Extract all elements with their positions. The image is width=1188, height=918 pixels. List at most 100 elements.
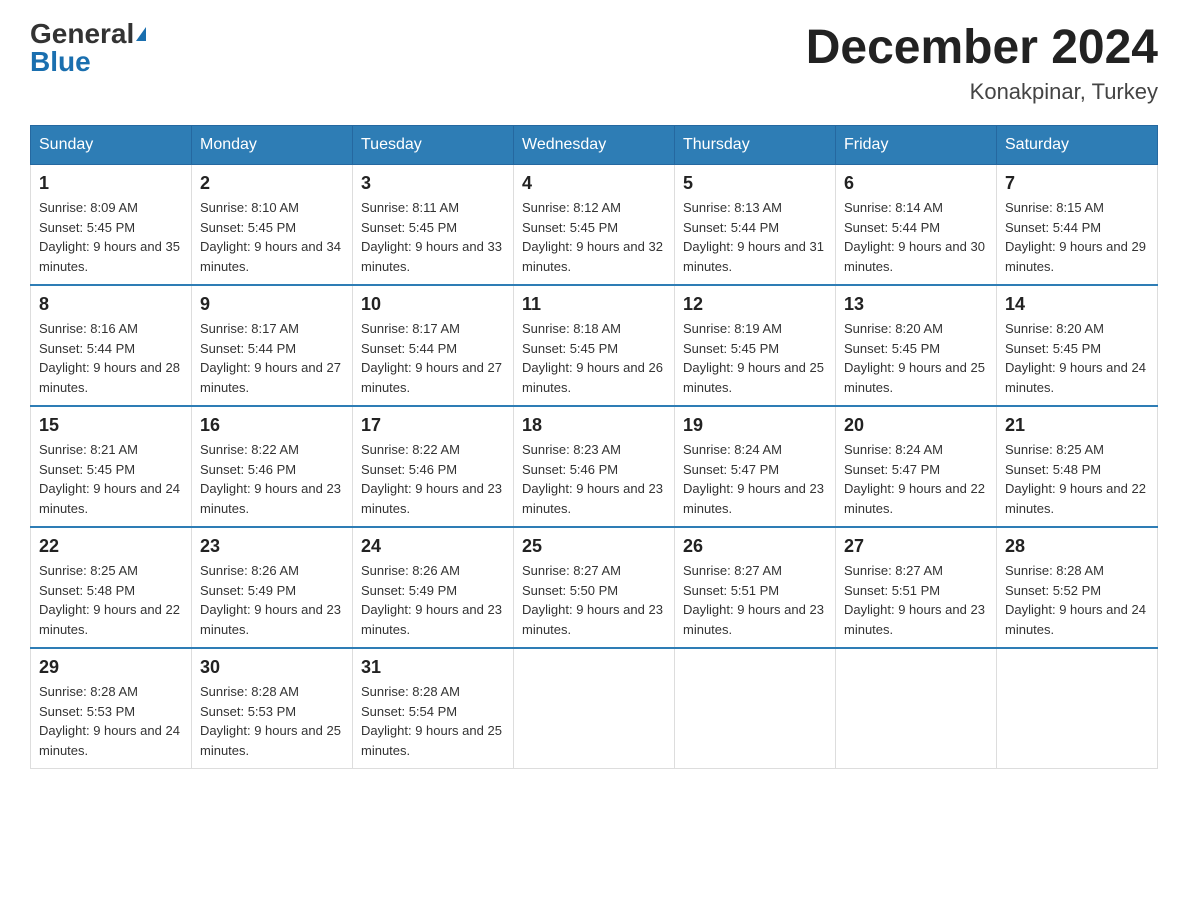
day-number: 1 xyxy=(39,173,183,194)
title-section: December 2024 Konakpinar, Turkey xyxy=(806,20,1158,105)
day-info: Sunrise: 8:28 AMSunset: 5:54 PMDaylight:… xyxy=(361,682,505,760)
calendar-day-cell: 13Sunrise: 8:20 AMSunset: 5:45 PMDayligh… xyxy=(836,285,997,406)
day-info: Sunrise: 8:28 AMSunset: 5:52 PMDaylight:… xyxy=(1005,561,1149,639)
day-info: Sunrise: 8:15 AMSunset: 5:44 PMDaylight:… xyxy=(1005,198,1149,276)
calendar-week-row: 1 Sunrise: 8:09 AMSunset: 5:45 PMDaylight… xyxy=(31,165,1158,286)
logo-general-text: General xyxy=(30,20,134,48)
calendar-week-row: 8Sunrise: 8:16 AMSunset: 5:44 PMDaylight… xyxy=(31,285,1158,406)
day-number: 4 xyxy=(522,173,666,194)
day-number: 21 xyxy=(1005,415,1149,436)
day-info: Sunrise: 8:19 AMSunset: 5:45 PMDaylight:… xyxy=(683,319,827,397)
day-info: Sunrise: 8:17 AMSunset: 5:44 PMDaylight:… xyxy=(361,319,505,397)
calendar-day-cell: 2 Sunrise: 8:10 AMSunset: 5:45 PMDaylight… xyxy=(192,165,353,286)
day-number: 5 xyxy=(683,173,827,194)
day-number: 25 xyxy=(522,536,666,557)
day-info: Sunrise: 8:09 AMSunset: 5:45 PMDaylight:… xyxy=(39,198,183,276)
calendar-day-cell: 20Sunrise: 8:24 AMSunset: 5:47 PMDayligh… xyxy=(836,406,997,527)
calendar-day-cell: 3 Sunrise: 8:11 AMSunset: 5:45 PMDaylight… xyxy=(353,165,514,286)
weekday-header: Thursday xyxy=(675,126,836,165)
weekday-header: Sunday xyxy=(31,126,192,165)
calendar-day-cell: 4 Sunrise: 8:12 AMSunset: 5:45 PMDaylight… xyxy=(514,165,675,286)
page-title: December 2024 xyxy=(806,20,1158,75)
day-number: 12 xyxy=(683,294,827,315)
day-info: Sunrise: 8:28 AMSunset: 5:53 PMDaylight:… xyxy=(39,682,183,760)
calendar-week-row: 15 Sunrise: 8:21 AMSunset: 5:45 PMDayligh… xyxy=(31,406,1158,527)
calendar-day-cell: 17 Sunrise: 8:22 AMSunset: 5:46 PMDayligh… xyxy=(353,406,514,527)
calendar-day-cell: 16Sunrise: 8:22 AMSunset: 5:46 PMDayligh… xyxy=(192,406,353,527)
weekday-header: Saturday xyxy=(997,126,1158,165)
calendar-day-cell: 11Sunrise: 8:18 AMSunset: 5:45 PMDayligh… xyxy=(514,285,675,406)
calendar-day-cell: 29Sunrise: 8:28 AMSunset: 5:53 PMDayligh… xyxy=(31,648,192,769)
calendar-day-cell: 8Sunrise: 8:16 AMSunset: 5:44 PMDaylight… xyxy=(31,285,192,406)
calendar-day-cell xyxy=(675,648,836,769)
day-number: 24 xyxy=(361,536,505,557)
logo: General Blue xyxy=(30,20,146,76)
day-number: 15 xyxy=(39,415,183,436)
calendar-day-cell: 31 Sunrise: 8:28 AMSunset: 5:54 PMDayligh… xyxy=(353,648,514,769)
calendar-week-row: 29Sunrise: 8:28 AMSunset: 5:53 PMDayligh… xyxy=(31,648,1158,769)
calendar-day-cell: 25Sunrise: 8:27 AMSunset: 5:50 PMDayligh… xyxy=(514,527,675,648)
calendar-day-cell: 12 Sunrise: 8:19 AMSunset: 5:45 PMDayligh… xyxy=(675,285,836,406)
calendar-day-cell: 30 Sunrise: 8:28 AMSunset: 5:53 PMDayligh… xyxy=(192,648,353,769)
day-number: 13 xyxy=(844,294,988,315)
day-number: 31 xyxy=(361,657,505,678)
weekday-header: Wednesday xyxy=(514,126,675,165)
calendar-day-cell: 5Sunrise: 8:13 AMSunset: 5:44 PMDaylight… xyxy=(675,165,836,286)
day-number: 18 xyxy=(522,415,666,436)
day-number: 2 xyxy=(200,173,344,194)
calendar-day-cell xyxy=(514,648,675,769)
calendar-day-cell: 14 Sunrise: 8:20 AMSunset: 5:45 PMDayligh… xyxy=(997,285,1158,406)
day-info: Sunrise: 8:26 AMSunset: 5:49 PMDaylight:… xyxy=(200,561,344,639)
day-number: 17 xyxy=(361,415,505,436)
day-info: Sunrise: 8:25 AMSunset: 5:48 PMDaylight:… xyxy=(1005,440,1149,518)
calendar-day-cell: 22Sunrise: 8:25 AMSunset: 5:48 PMDayligh… xyxy=(31,527,192,648)
calendar-day-cell: 1 Sunrise: 8:09 AMSunset: 5:45 PMDaylight… xyxy=(31,165,192,286)
weekday-header: Tuesday xyxy=(353,126,514,165)
day-info: Sunrise: 8:24 AMSunset: 5:47 PMDaylight:… xyxy=(844,440,988,518)
day-info: Sunrise: 8:20 AMSunset: 5:45 PMDaylight:… xyxy=(1005,319,1149,397)
calendar-day-cell: 6 Sunrise: 8:14 AMSunset: 5:44 PMDaylight… xyxy=(836,165,997,286)
day-number: 6 xyxy=(844,173,988,194)
day-number: 3 xyxy=(361,173,505,194)
day-info: Sunrise: 8:24 AMSunset: 5:47 PMDaylight:… xyxy=(683,440,827,518)
day-info: Sunrise: 8:12 AMSunset: 5:45 PMDaylight:… xyxy=(522,198,666,276)
calendar-header-row: SundayMondayTuesdayWednesdayThursdayFrid… xyxy=(31,126,1158,165)
calendar-day-cell: 10Sunrise: 8:17 AMSunset: 5:44 PMDayligh… xyxy=(353,285,514,406)
day-number: 9 xyxy=(200,294,344,315)
day-number: 7 xyxy=(1005,173,1149,194)
calendar-day-cell: 9 Sunrise: 8:17 AMSunset: 5:44 PMDaylight… xyxy=(192,285,353,406)
day-number: 26 xyxy=(683,536,827,557)
logo-triangle-icon xyxy=(136,27,146,41)
calendar-day-cell: 19 Sunrise: 8:24 AMSunset: 5:47 PMDayligh… xyxy=(675,406,836,527)
day-info: Sunrise: 8:27 AMSunset: 5:51 PMDaylight:… xyxy=(844,561,988,639)
day-number: 19 xyxy=(683,415,827,436)
day-number: 27 xyxy=(844,536,988,557)
day-info: Sunrise: 8:21 AMSunset: 5:45 PMDaylight:… xyxy=(39,440,183,518)
day-info: Sunrise: 8:26 AMSunset: 5:49 PMDaylight:… xyxy=(361,561,505,639)
day-number: 14 xyxy=(1005,294,1149,315)
day-info: Sunrise: 8:14 AMSunset: 5:44 PMDaylight:… xyxy=(844,198,988,276)
calendar-day-cell: 18 Sunrise: 8:23 AMSunset: 5:46 PMDayligh… xyxy=(514,406,675,527)
calendar-day-cell: 28Sunrise: 8:28 AMSunset: 5:52 PMDayligh… xyxy=(997,527,1158,648)
calendar-day-cell: 7 Sunrise: 8:15 AMSunset: 5:44 PMDaylight… xyxy=(997,165,1158,286)
day-info: Sunrise: 8:10 AMSunset: 5:45 PMDaylight:… xyxy=(200,198,344,276)
day-info: Sunrise: 8:11 AMSunset: 5:45 PMDaylight:… xyxy=(361,198,505,276)
day-info: Sunrise: 8:17 AMSunset: 5:44 PMDaylight:… xyxy=(200,319,344,397)
day-number: 8 xyxy=(39,294,183,315)
day-number: 22 xyxy=(39,536,183,557)
calendar-week-row: 22Sunrise: 8:25 AMSunset: 5:48 PMDayligh… xyxy=(31,527,1158,648)
calendar-day-cell: 27 Sunrise: 8:27 AMSunset: 5:51 PMDayligh… xyxy=(836,527,997,648)
calendar-table: SundayMondayTuesdayWednesdayThursdayFrid… xyxy=(30,125,1158,769)
logo-blue-text: Blue xyxy=(30,48,91,76)
day-number: 23 xyxy=(200,536,344,557)
weekday-header: Friday xyxy=(836,126,997,165)
day-info: Sunrise: 8:22 AMSunset: 5:46 PMDaylight:… xyxy=(200,440,344,518)
day-info: Sunrise: 8:22 AMSunset: 5:46 PMDaylight:… xyxy=(361,440,505,518)
day-info: Sunrise: 8:23 AMSunset: 5:46 PMDaylight:… xyxy=(522,440,666,518)
calendar-day-cell xyxy=(836,648,997,769)
day-info: Sunrise: 8:28 AMSunset: 5:53 PMDaylight:… xyxy=(200,682,344,760)
calendar-day-cell: 15 Sunrise: 8:21 AMSunset: 5:45 PMDayligh… xyxy=(31,406,192,527)
calendar-day-cell: 21 Sunrise: 8:25 AMSunset: 5:48 PMDayligh… xyxy=(997,406,1158,527)
calendar-day-cell: 26Sunrise: 8:27 AMSunset: 5:51 PMDayligh… xyxy=(675,527,836,648)
day-number: 30 xyxy=(200,657,344,678)
